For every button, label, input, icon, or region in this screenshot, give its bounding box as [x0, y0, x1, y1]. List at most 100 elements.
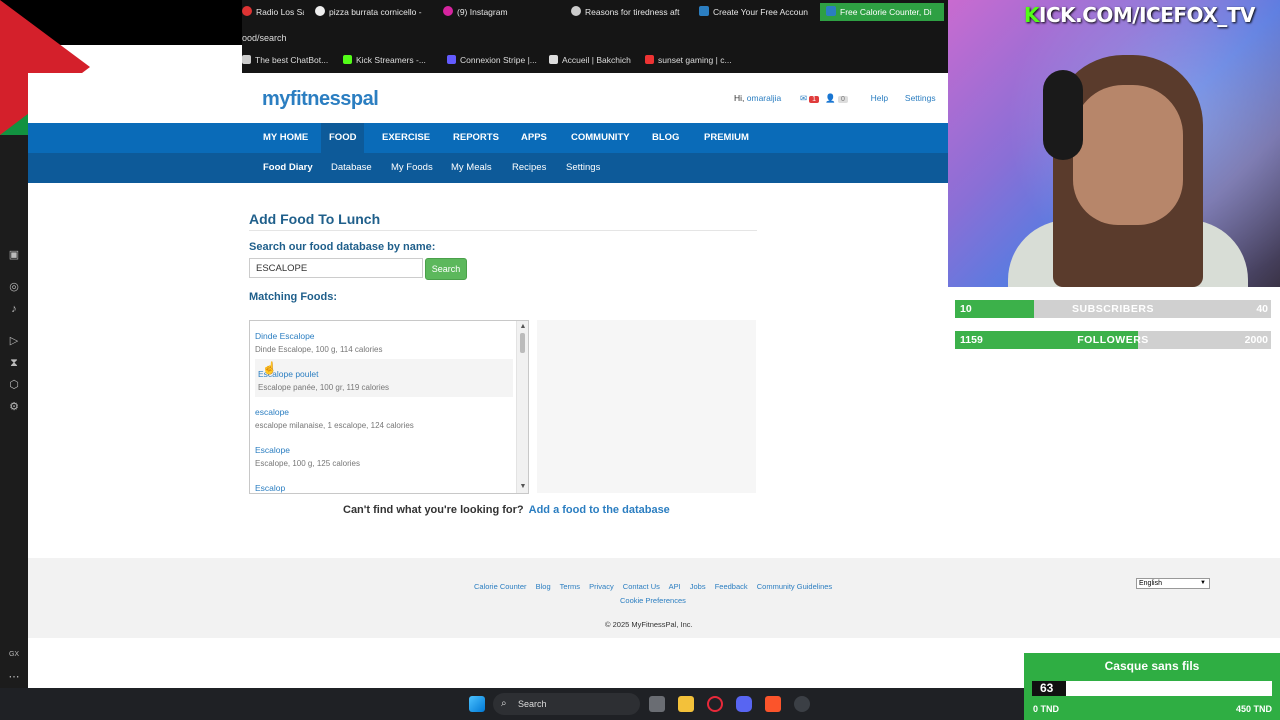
- tab-google[interactable]: pizza burrata cornicello -: [315, 3, 433, 21]
- subnav-my-foods[interactable]: My Foods: [391, 153, 433, 183]
- food-name-link[interactable]: Dinde Escalope: [255, 331, 315, 341]
- list-item[interactable]: Escalope poulet Escalope panée, 100 gr, …: [255, 359, 513, 397]
- scroll-thumb[interactable]: [520, 333, 525, 353]
- list-item[interactable]: Escalope Escalope, 100 g, 125 calories: [255, 435, 513, 473]
- bookmark-chatbot[interactable]: The best ChatBot...: [242, 52, 328, 68]
- subnav-my-meals[interactable]: My Meals: [451, 153, 492, 183]
- tiktok-icon[interactable]: ♪: [7, 302, 21, 316]
- mail-icon[interactable]: ✉: [800, 93, 807, 103]
- bookmark-bakchich[interactable]: Accueil | Bakchich: [549, 52, 631, 68]
- tab-instagram[interactable]: (9) Instagram: [443, 3, 555, 21]
- tab-radio[interactable]: Radio Los Sa: [242, 3, 304, 21]
- food-name-link[interactable]: Escalope: [255, 445, 290, 455]
- header-user-links: Hi, omaraljia ✉1 👤0 Help Settings Lo: [734, 93, 962, 104]
- footer-link-terms[interactable]: Terms: [560, 582, 580, 591]
- food-name-link[interactable]: Escalop: [255, 483, 285, 493]
- gx-icon[interactable]: GX: [7, 648, 21, 662]
- brave-icon[interactable]: [765, 696, 781, 712]
- food-description: Escalope, 100 g, 125 calories: [255, 459, 360, 468]
- subnav-food-diary[interactable]: Food Diary: [263, 153, 313, 183]
- followers-goal: 2000: [1244, 334, 1268, 346]
- help-link[interactable]: Help: [871, 93, 888, 103]
- results-scrollbar[interactable]: ▲ ▼: [516, 321, 528, 493]
- title-divider: [249, 230, 757, 231]
- tab-chatgpt[interactable]: Reasons for tiredness aft: [571, 3, 684, 21]
- radio-icon: [242, 6, 252, 16]
- tab-myfitnesspal[interactable]: Free Calorie Counter, Di: [820, 3, 944, 21]
- chatgpt-icon: [571, 6, 581, 16]
- nav-exercise[interactable]: EXERCISE: [374, 123, 438, 153]
- username-link[interactable]: omaraljia: [747, 93, 782, 103]
- webcam-face: [1073, 85, 1183, 225]
- friends-icon[interactable]: 👤: [825, 93, 836, 103]
- windows-start-icon[interactable]: [469, 696, 485, 712]
- subnav-database[interactable]: Database: [331, 153, 372, 183]
- footer-link-feedback[interactable]: Feedback: [715, 582, 748, 591]
- hand-cursor-icon: ☝: [262, 361, 277, 375]
- list-item[interactable]: Escalop: [255, 473, 513, 493]
- steam-icon[interactable]: [794, 696, 810, 712]
- nav-blog[interactable]: BLOG: [644, 123, 687, 153]
- search-button[interactable]: Search: [425, 258, 467, 280]
- bookmark-stripe[interactable]: Connexion Stripe |...: [447, 52, 537, 68]
- main-nav: MY HOME FOOD EXERCISE REPORTS APPS COMMU…: [28, 123, 948, 153]
- tab-create-account[interactable]: Create Your Free Accoun: [699, 3, 811, 21]
- footer-link-api[interactable]: API: [669, 582, 681, 591]
- address-bar[interactable]: ood/search: [242, 30, 287, 46]
- food-description: Escalope panée, 100 gr, 119 calories: [258, 383, 390, 392]
- hourglass-icon[interactable]: ⧗: [7, 356, 21, 370]
- file-explorer-icon[interactable]: [678, 696, 694, 712]
- nav-my-home[interactable]: MY HOME: [255, 123, 316, 153]
- add-food-content: Add Food To Lunch Search our food databa…: [28, 183, 948, 558]
- cube-icon[interactable]: ⬡: [7, 378, 21, 392]
- more-icon[interactable]: ⋯: [7, 670, 21, 684]
- google-icon: [315, 6, 325, 16]
- footer-link-contact[interactable]: Contact Us: [623, 582, 660, 591]
- food-name-link[interactable]: escalope: [255, 407, 289, 417]
- nav-reports[interactable]: REPORTS: [445, 123, 507, 153]
- copyright-text: © 2025 MyFitnessPal, Inc.: [605, 620, 693, 629]
- footer-link-community-guidelines[interactable]: Community Guidelines: [757, 582, 832, 591]
- friends-count-badge[interactable]: 0: [838, 96, 848, 103]
- footer-link-jobs[interactable]: Jobs: [690, 582, 706, 591]
- footer-link-calorie-counter[interactable]: Calorie Counter: [474, 582, 527, 591]
- myfitnesspal-logo[interactable]: myfitnesspal: [262, 88, 379, 111]
- list-item[interactable]: escalope escalope milanaise, 1 escalope,…: [255, 397, 513, 435]
- subnav-settings[interactable]: Settings: [566, 153, 600, 183]
- bookmark-kick[interactable]: Kick Streamers -...: [343, 52, 426, 68]
- donation-goal-min: 0 TND: [1033, 704, 1060, 714]
- food-description: Dinde Escalope, 100 g, 114 calories: [255, 345, 383, 354]
- headphones: [1043, 70, 1083, 160]
- bookmark-sunset-gaming[interactable]: sunset gaming | c...: [645, 52, 732, 68]
- bag-icon[interactable]: ▣: [7, 248, 21, 262]
- nav-apps[interactable]: APPS: [513, 123, 555, 153]
- taskbar-search[interactable]: ⌕ Search: [493, 693, 640, 715]
- scroll-up-icon[interactable]: ▲: [518, 322, 528, 332]
- list-item[interactable]: Dinde Escalope Dinde Escalope, 100 g, 11…: [255, 321, 513, 359]
- settings-link[interactable]: Settings: [905, 93, 936, 103]
- nav-community[interactable]: COMMUNITY: [563, 123, 638, 153]
- food-search-input[interactable]: [249, 258, 423, 278]
- subscribers-label: SUBSCRIBERS: [1072, 303, 1154, 315]
- footer-link-blog[interactable]: Blog: [536, 582, 551, 591]
- subnav-recipes[interactable]: Recipes: [512, 153, 546, 183]
- task-view-icon[interactable]: [649, 696, 665, 712]
- scroll-down-icon[interactable]: ▼: [518, 482, 528, 492]
- messages-count-badge[interactable]: 1: [809, 96, 820, 103]
- webcam-feed: [948, 0, 1280, 287]
- cant-find-row: Can't find what you're looking for? Add a…: [343, 504, 670, 516]
- matching-foods-list[interactable]: Dinde Escalope Dinde Escalope, 100 g, 11…: [249, 320, 529, 494]
- language-select[interactable]: English ▼: [1136, 578, 1210, 589]
- instagram-icon[interactable]: ◎: [7, 280, 21, 294]
- discord-icon[interactable]: [736, 696, 752, 712]
- add-food-link[interactable]: Add a food to the database: [529, 504, 670, 516]
- footer-link-privacy[interactable]: Privacy: [589, 582, 614, 591]
- nav-food[interactable]: FOOD: [321, 123, 365, 153]
- channel-name: ICK.COM/ICEFOX_TV: [1039, 3, 1255, 27]
- gear-icon[interactable]: ⚙: [7, 400, 21, 414]
- stream-channel-title: KICK.COM/ICEFOX_TV: [1024, 3, 1255, 27]
- cookie-preferences-link[interactable]: Cookie Preferences: [620, 596, 686, 605]
- nav-premium[interactable]: PREMIUM: [696, 123, 757, 153]
- play-icon[interactable]: ▷: [7, 334, 21, 348]
- opera-gx-icon[interactable]: [707, 696, 723, 712]
